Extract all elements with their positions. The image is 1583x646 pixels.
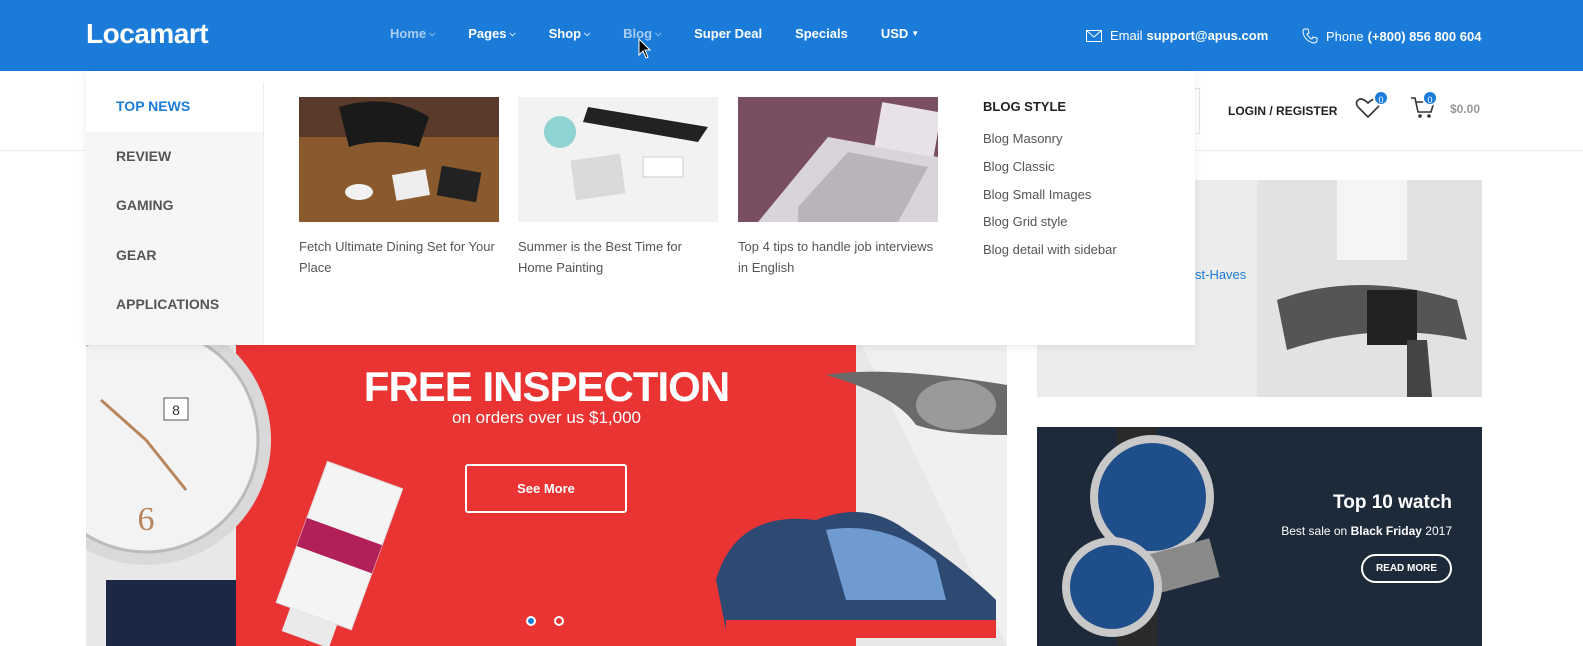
login-register[interactable]: LOGIN / REGISTER xyxy=(1228,104,1337,118)
post-title[interactable]: Top 4 tips to handle job interviews in E… xyxy=(738,236,938,278)
post-title[interactable]: Summer is the Best Time for Home Paintin… xyxy=(518,236,718,278)
nav-shop[interactable]: Shop ⌵ xyxy=(549,26,591,41)
hero-title: FREE INSPECTION xyxy=(363,363,730,410)
category-review[interactable]: REVIEW xyxy=(86,132,263,182)
blog-style-link[interactable]: Blog Classic xyxy=(983,159,1117,187)
dining-photo xyxy=(299,97,499,222)
contact-email[interactable]: Email support@apus.com xyxy=(1086,28,1268,43)
cart-total: $0.00 xyxy=(1450,102,1481,116)
phone-value: (+800) 856 800 604 xyxy=(1367,28,1482,44)
side-banner-2-subtitle: Best sale on Black Friday 2017 xyxy=(1281,524,1452,538)
blog-style-list: BLOG STYLE Blog Masonry Blog Classic Blo… xyxy=(983,99,1117,270)
slider-dot-1[interactable] xyxy=(526,616,536,626)
blog-post-card[interactable]: Top 4 tips to handle job interviews in E… xyxy=(738,97,938,278)
post-thumbnail[interactable] xyxy=(299,97,499,222)
main-nav: Home ⌵ Pages ⌵ Shop ⌵ Blog ⌵ Super Deal Spec… xyxy=(390,26,952,41)
currency-selector[interactable]: USD ▼ xyxy=(881,26,919,41)
cart-button[interactable]: 0 xyxy=(1410,90,1438,125)
top-bar: Locamart Home ⌵ Pages ⌵ Shop ⌵ Blog ⌵ Super … xyxy=(0,0,1583,71)
slider-dot-2[interactable] xyxy=(554,616,564,626)
site-logo[interactable]: Locamart xyxy=(86,18,209,50)
chevron-down-icon: ⌵ xyxy=(584,28,591,38)
category-gaming[interactable]: GAMING xyxy=(86,181,263,231)
blog-style-link[interactable]: Blog Masonry xyxy=(983,131,1117,159)
register-link[interactable]: REGISTER xyxy=(1276,104,1337,118)
phone-icon xyxy=(1302,28,1318,44)
mouse-cursor-icon xyxy=(638,38,652,59)
blog-style-link[interactable]: Blog Small Images xyxy=(983,187,1117,215)
post-thumbnail[interactable] xyxy=(738,97,938,222)
category-gear[interactable]: GEAR xyxy=(86,231,263,281)
laptop-photo xyxy=(738,97,938,222)
category-applications[interactable]: APPLICATIONS xyxy=(86,280,263,330)
category-top-news[interactable]: TOP NEWS xyxy=(86,82,263,132)
email-label: Email xyxy=(1110,28,1143,43)
blog-post-card[interactable]: Summer is the Best Time for Home Paintin… xyxy=(518,97,718,278)
see-more-button[interactable]: See More xyxy=(465,464,627,513)
mega-menu-categories: TOP NEWS REVIEW GAMING GEAR APPLICATIONS xyxy=(86,82,264,345)
side-banner-1-text: st-Haves xyxy=(1195,267,1247,282)
envelope-icon xyxy=(1086,29,1102,42)
email-value: support@apus.com xyxy=(1146,28,1269,43)
chevron-down-icon: ⌵ xyxy=(509,28,516,38)
slider-dots xyxy=(526,616,564,626)
hero-subtitle: on orders over us $1,000 xyxy=(451,408,641,427)
nav-pages[interactable]: Pages ⌵ xyxy=(468,26,515,41)
blog-style-link[interactable]: Blog Grid style xyxy=(983,214,1117,242)
model-image xyxy=(1257,180,1482,397)
blog-mega-menu: TOP NEWS REVIEW GAMING GEAR APPLICATIONS… xyxy=(86,71,1195,345)
blog-style-heading: BLOG STYLE xyxy=(983,99,1067,114)
wishlist-count: 0 xyxy=(1373,90,1389,106)
post-thumbnail[interactable] xyxy=(518,97,718,222)
desk-photo xyxy=(518,97,718,222)
svg-text:6: 6 xyxy=(138,501,155,538)
shoe-image xyxy=(716,512,996,638)
phone-label: Phone xyxy=(1326,28,1364,44)
side-banner-watch: Top 10 watch Best sale on Black Friday 2… xyxy=(1037,427,1482,646)
blog-style-link[interactable]: Blog detail with sidebar xyxy=(983,242,1117,270)
wishlist-button[interactable]: 0 xyxy=(1355,90,1389,125)
contact-phone[interactable]: Phone (+800) 856 800 604 xyxy=(1302,28,1481,44)
side-banner-2-title: Top 10 watch xyxy=(1333,492,1452,513)
nav-super-deal[interactable]: Super Deal xyxy=(694,26,762,41)
cart-count: 0 xyxy=(1422,90,1438,106)
cream-tube-image xyxy=(275,460,404,646)
blog-post-card[interactable]: Fetch Ultimate Dining Set for Your Place xyxy=(299,97,499,278)
login-link[interactable]: LOGIN xyxy=(1228,104,1266,118)
read-more-button[interactable]: READ MORE xyxy=(1361,554,1452,583)
nav-specials[interactable]: Specials xyxy=(795,26,848,41)
chevron-down-icon: ⌵ xyxy=(655,28,662,38)
caret-down-icon: ▼ xyxy=(911,29,920,38)
watch-pair-image xyxy=(1062,427,1220,646)
post-title[interactable]: Fetch Ultimate Dining Set for Your Place xyxy=(299,236,499,278)
nav-home[interactable]: Home ⌵ xyxy=(390,26,435,41)
chevron-down-icon: ⌵ xyxy=(429,28,436,38)
